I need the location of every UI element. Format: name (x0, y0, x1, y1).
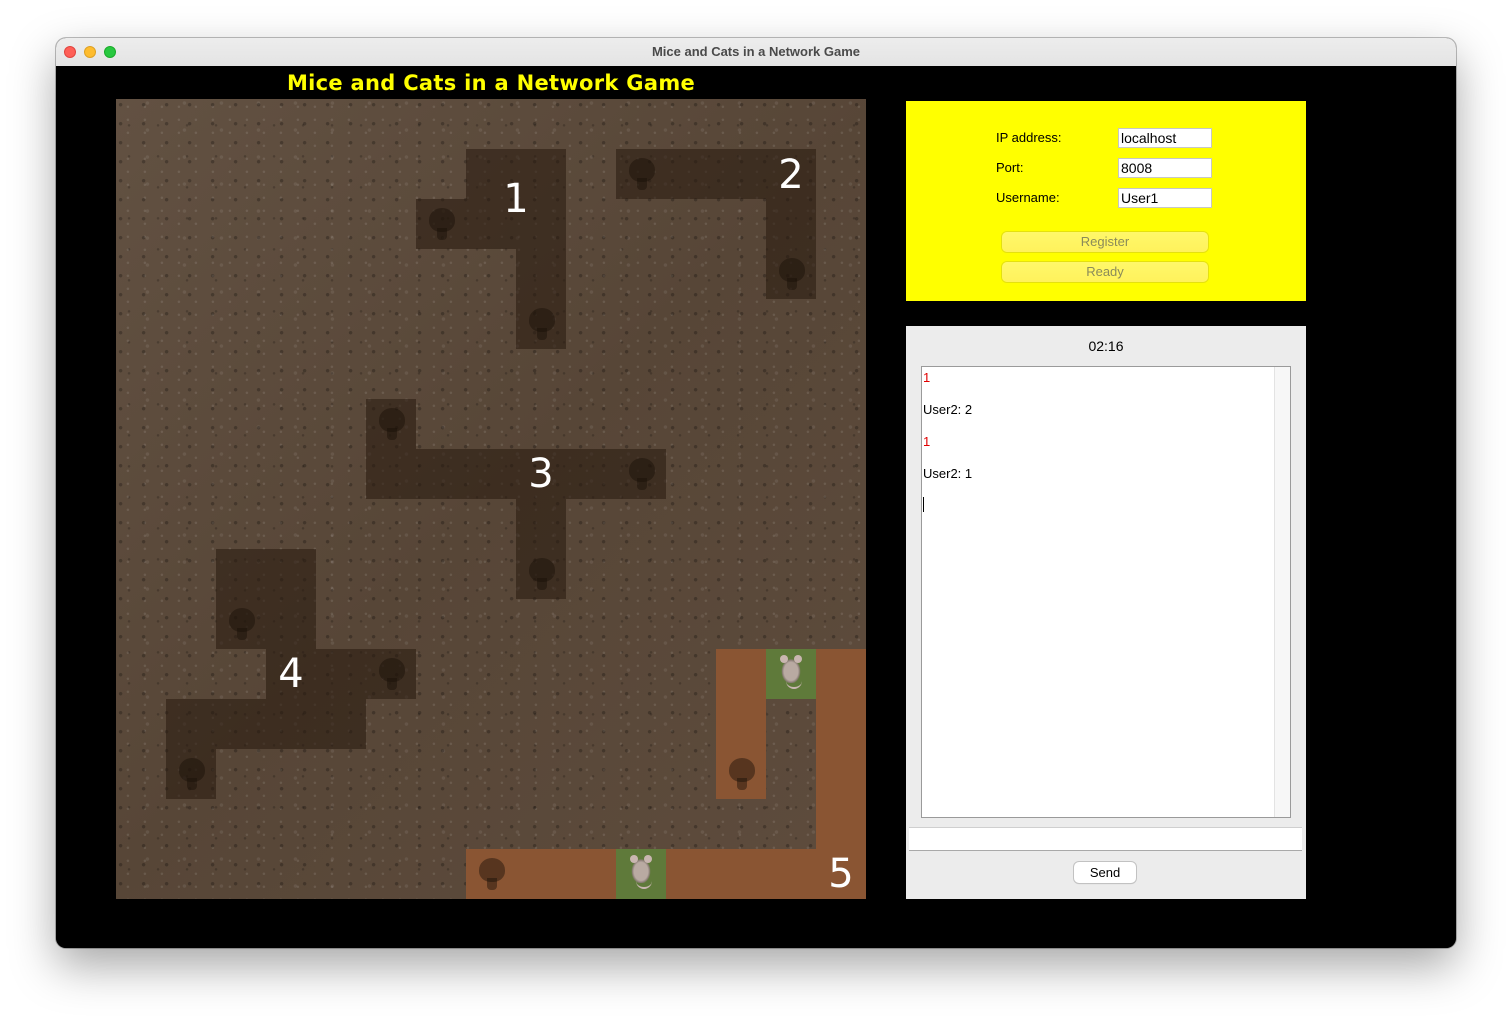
hole-icon (429, 208, 455, 240)
hole-icon (479, 858, 505, 890)
tunnel-tile (216, 699, 266, 749)
chat-panel: 02:16 1 User2: 2 1 User2: 1 Send (906, 326, 1306, 899)
path-tile (466, 849, 516, 899)
chat-input[interactable] (909, 827, 1302, 851)
tunnel-tile (766, 199, 816, 249)
path-tile (566, 849, 616, 899)
hole-number-2: 2 (778, 152, 804, 198)
hole-icon (729, 758, 755, 790)
path-tile (716, 699, 766, 749)
tunnel-tile (266, 599, 316, 649)
window-title: Mice and Cats in a Network Game (651, 44, 861, 59)
path-tile (616, 849, 666, 899)
game-timer: 02:16 (1088, 338, 1124, 354)
port-label: Port: (996, 160, 1024, 175)
hole-icon (779, 258, 805, 290)
chat-message: User2: 2 (923, 402, 973, 417)
tunnel-tile (516, 299, 566, 349)
chat-log[interactable]: 1 User2: 2 1 User2: 1 (921, 366, 1291, 818)
game-board[interactable]: 1 2 3 4 5 (116, 99, 866, 899)
hole-icon (529, 308, 555, 340)
hole-icon (179, 758, 205, 790)
tunnel-tile (516, 549, 566, 599)
mouse-tail (786, 681, 802, 689)
path-tile (716, 849, 766, 899)
path-tile (816, 749, 866, 799)
hole-icon (629, 458, 655, 490)
ip-address-label: IP address: (996, 130, 1062, 145)
hole-number-5: 5 (828, 851, 854, 897)
hole-icon (529, 558, 555, 590)
tunnel-tile (616, 149, 666, 199)
hole-icon (629, 158, 655, 190)
tunnel-tile (266, 549, 316, 599)
tunnel-tile (366, 399, 416, 449)
hole-icon (229, 608, 255, 640)
path-tile (666, 849, 716, 899)
hole-icon (379, 408, 405, 440)
hole-number-4: 4 (278, 651, 304, 697)
tunnel-tile (466, 449, 516, 499)
register-button[interactable]: Register (1002, 232, 1208, 252)
tunnel-tile (716, 149, 766, 199)
ready-button[interactable]: Ready (1002, 262, 1208, 282)
tunnel-tile (416, 449, 466, 499)
mouse-tail (636, 881, 652, 889)
tunnel-tile (666, 149, 716, 199)
path-tile (816, 799, 866, 849)
ip-address-field[interactable]: localhost (1118, 128, 1212, 148)
window-content: Mice and Cats in a Network Game 1 2 3 4 … (56, 66, 1456, 948)
path-tile (716, 749, 766, 799)
tunnel-tile (266, 699, 316, 749)
path-tile (816, 649, 866, 699)
game-window: Mice and Cats in a Network Game Mice and… (56, 38, 1456, 948)
mouse-icon (780, 655, 802, 683)
tunnel-tile (516, 249, 566, 299)
tunnel-tile (166, 699, 216, 749)
tunnel-tile (616, 449, 666, 499)
path-tile (766, 649, 816, 699)
mouse-icon (630, 855, 652, 883)
path-tile (766, 849, 816, 899)
chat-message: User2: 1 (923, 466, 973, 481)
username-field[interactable]: User1 (1118, 188, 1212, 208)
tunnel-tile (566, 449, 616, 499)
title-bar: Mice and Cats in a Network Game (56, 38, 1456, 67)
path-tile (516, 849, 566, 899)
tunnel-tile (316, 649, 366, 699)
chat-message: 1 (923, 370, 931, 385)
connection-panel: IP address: localhost Port: 8008 Usernam… (906, 101, 1306, 301)
tunnel-tile (316, 699, 366, 749)
path-tile (716, 649, 766, 699)
port-field[interactable]: 8008 (1118, 158, 1212, 178)
send-button[interactable]: Send (1074, 862, 1136, 883)
hole-icon (379, 658, 405, 690)
tunnel-tile (366, 449, 416, 499)
tunnel-tile (216, 549, 266, 599)
tunnel-tile (516, 499, 566, 549)
path-tile (816, 699, 866, 749)
hole-number-3: 3 (528, 451, 554, 497)
tunnel-tile (166, 749, 216, 799)
text-caret (923, 497, 924, 512)
tunnel-tile (766, 249, 816, 299)
tunnel-tile (416, 199, 466, 249)
chat-log-scrollbar[interactable] (1274, 367, 1290, 817)
tunnel-tile (366, 649, 416, 699)
game-title: Mice and Cats in a Network Game (286, 71, 696, 95)
chat-message: 1 (923, 434, 931, 449)
tunnel-tile (216, 599, 266, 649)
username-label: Username: (996, 190, 1060, 205)
hole-number-1: 1 (503, 176, 529, 222)
